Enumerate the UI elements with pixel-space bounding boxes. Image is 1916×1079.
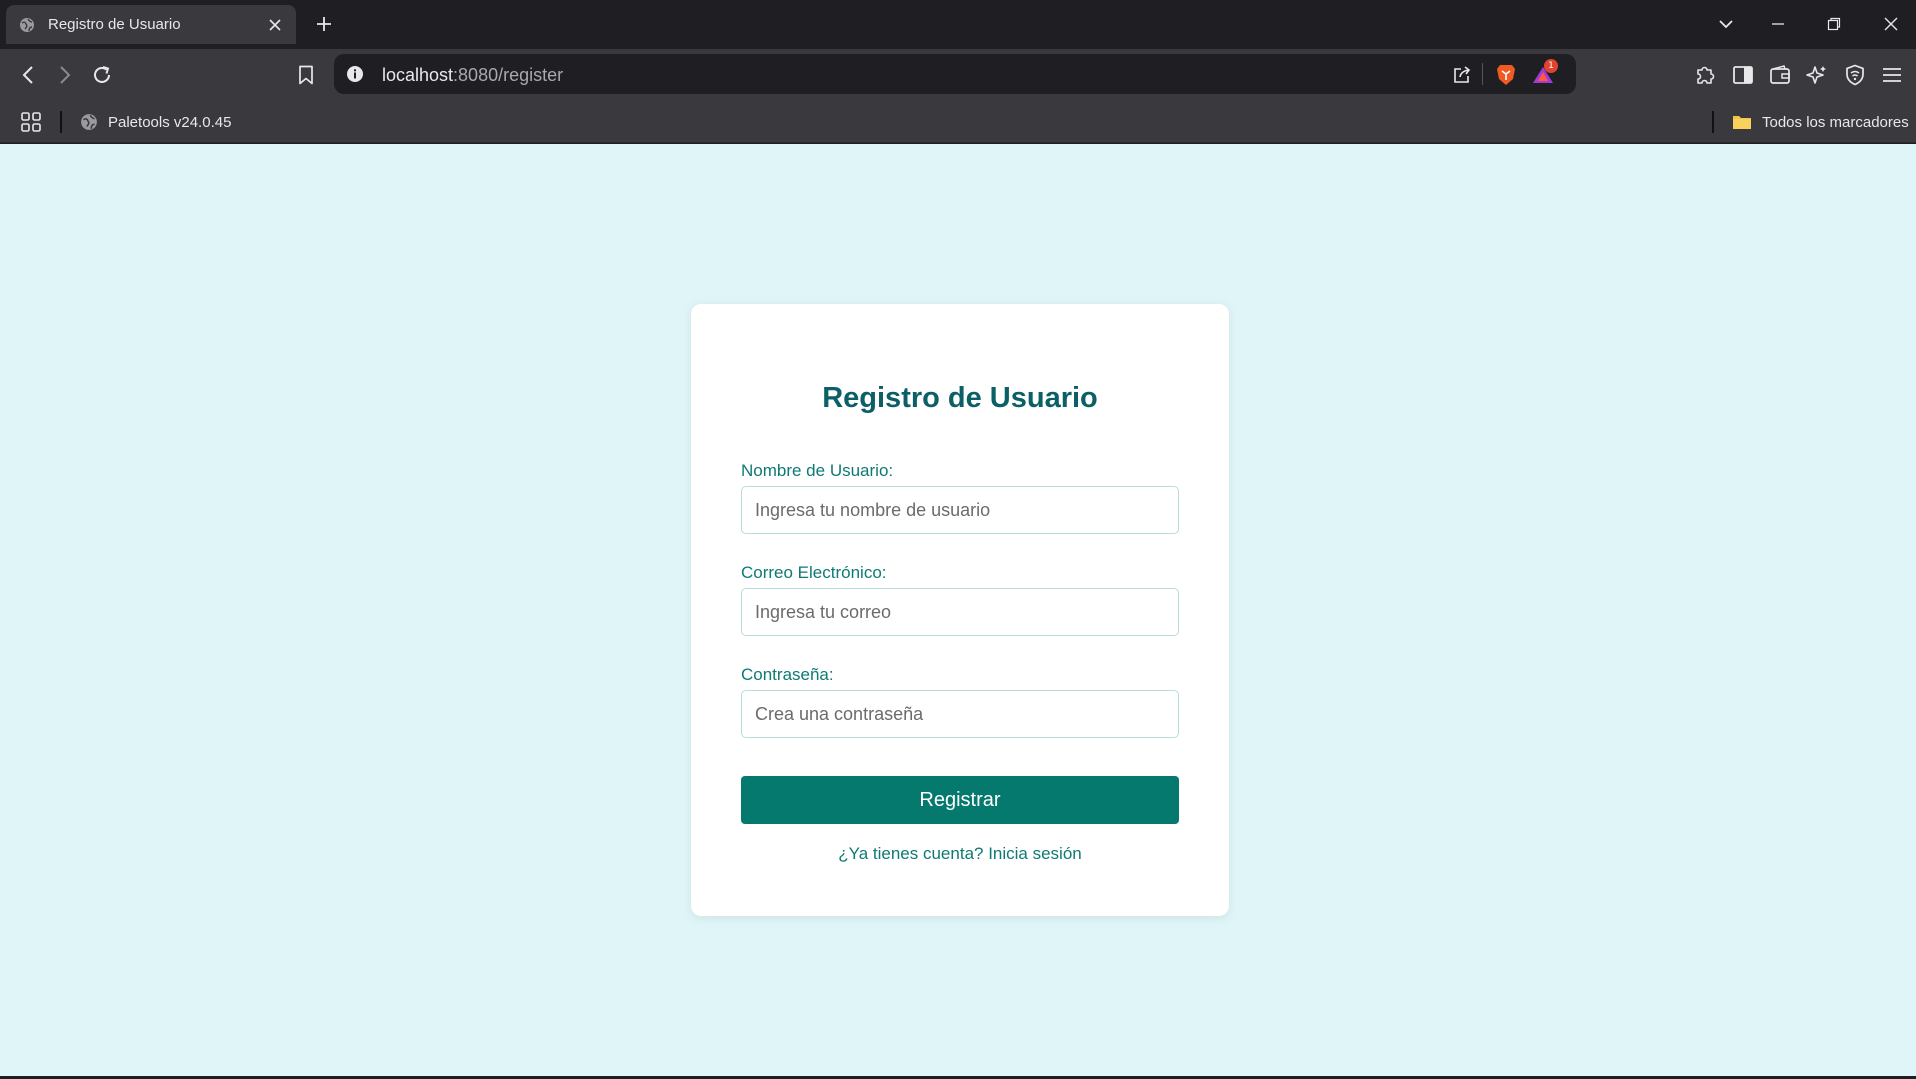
omnibox-divider bbox=[1482, 63, 1483, 85]
bookmark-label: Paletools v24.0.45 bbox=[108, 113, 232, 131]
globe-icon bbox=[80, 113, 98, 131]
register-button[interactable]: Registrar bbox=[741, 776, 1179, 824]
reload-icon[interactable] bbox=[87, 60, 117, 90]
bookmark-icon[interactable] bbox=[291, 60, 321, 90]
restore-icon[interactable] bbox=[1820, 10, 1848, 38]
browser-toolbar: localhost:8080/register 1 bbox=[0, 49, 1916, 101]
address-url[interactable]: localhost:8080/register bbox=[382, 65, 563, 86]
tab-search-chevron-icon[interactable] bbox=[1712, 10, 1740, 38]
extensions-puzzle-icon[interactable] bbox=[1690, 60, 1720, 90]
bookmarks-bar: Paletools v24.0.45 Todos los marcadores bbox=[0, 101, 1916, 143]
leo-ai-sparkle-icon[interactable] bbox=[1802, 60, 1832, 90]
page-content: Registro de Usuario Nombre de Usuario: C… bbox=[0, 144, 1916, 1079]
wallet-icon[interactable] bbox=[1765, 60, 1795, 90]
folder-icon bbox=[1732, 114, 1752, 130]
all-bookmarks-folder[interactable]: Todos los marcadores bbox=[1732, 109, 1909, 135]
bookmarks-separator bbox=[1712, 111, 1714, 133]
apps-grid-icon[interactable] bbox=[18, 109, 44, 135]
vpn-shield-icon[interactable] bbox=[1840, 60, 1870, 90]
form-title: Registro de Usuario bbox=[822, 382, 1098, 414]
site-info-icon[interactable] bbox=[346, 65, 364, 83]
bookmark-paletools[interactable]: Paletools v24.0.45 bbox=[80, 109, 231, 135]
browser-tab[interactable]: Registro de Usuario bbox=[6, 5, 296, 44]
username-label: Nombre de Usuario: bbox=[741, 461, 894, 480]
sidebar-toggle-icon[interactable] bbox=[1728, 60, 1758, 90]
login-link[interactable]: ¿Ya tienes cuenta? Inicia sesión bbox=[691, 844, 1229, 864]
password-label: Contraseña: bbox=[741, 665, 834, 684]
back-icon[interactable] bbox=[13, 60, 43, 90]
forward-icon[interactable] bbox=[50, 60, 80, 90]
rewards-badge: 1 bbox=[1544, 59, 1558, 73]
address-bar[interactable]: localhost:8080/register 1 bbox=[334, 54, 1576, 94]
password-input[interactable] bbox=[741, 690, 1179, 738]
tab-title: Registro de Usuario bbox=[48, 16, 181, 33]
share-icon[interactable] bbox=[1449, 62, 1475, 88]
username-input[interactable] bbox=[741, 486, 1179, 534]
email-input[interactable] bbox=[741, 588, 1179, 636]
new-tab-icon[interactable] bbox=[312, 12, 336, 36]
close-window-icon[interactable] bbox=[1877, 10, 1905, 38]
all-bookmarks-label: Todos los marcadores bbox=[1762, 113, 1909, 131]
email-label: Correo Electrónico: bbox=[741, 563, 887, 582]
url-path: :8080/register bbox=[453, 65, 564, 85]
brave-rewards-icon[interactable]: 1 bbox=[1530, 59, 1558, 88]
bookmarks-separator bbox=[60, 111, 62, 133]
brave-shields-icon[interactable] bbox=[1493, 62, 1519, 88]
globe-icon bbox=[18, 16, 36, 34]
close-tab-icon[interactable] bbox=[266, 16, 284, 34]
register-form-card: Registro de Usuario Nombre de Usuario: C… bbox=[691, 304, 1229, 916]
url-host: localhost bbox=[382, 65, 454, 85]
minimize-icon[interactable] bbox=[1764, 10, 1792, 38]
tab-strip: Registro de Usuario bbox=[0, 0, 1916, 49]
menu-icon[interactable] bbox=[1877, 60, 1907, 90]
